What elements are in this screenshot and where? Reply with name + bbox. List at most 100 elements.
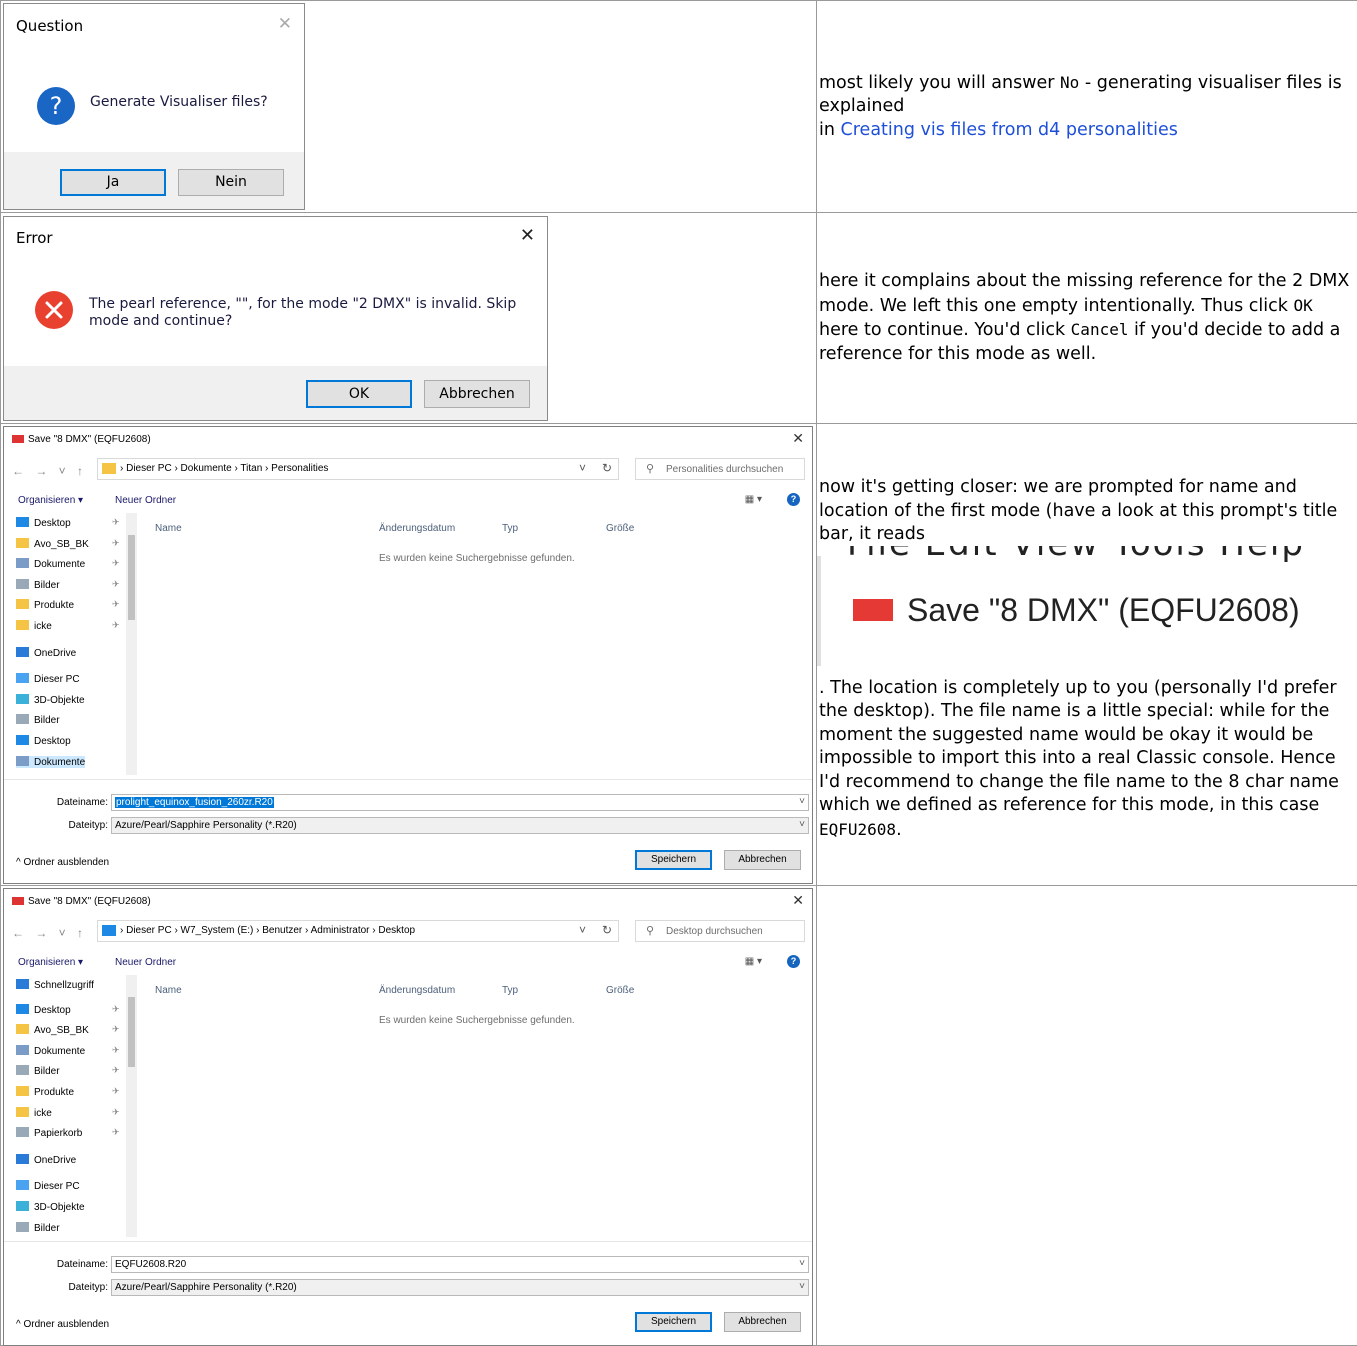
nav-item[interactable]: Bilder bbox=[16, 714, 60, 726]
table-row: Question ✕ ? Generate Visualiser files? … bbox=[1, 1, 1357, 213]
column-size[interactable]: Größe bbox=[606, 523, 634, 534]
nav-item[interactable]: Avo_SB_BK✈ bbox=[16, 538, 89, 550]
nav-item[interactable]: Produkte✈ bbox=[16, 599, 74, 611]
column-name[interactable]: Name bbox=[155, 523, 182, 534]
column-date[interactable]: Änderungsdatum bbox=[379, 523, 455, 534]
column-type[interactable]: Typ bbox=[502, 523, 518, 534]
nav-arrows-icon[interactable]: ← → ˅ ↑ bbox=[12, 926, 87, 940]
filetype-value: Azure/Pearl/Sapphire Personality (*.R20) bbox=[115, 1282, 297, 1293]
nav-item[interactable]: Desktop bbox=[16, 735, 71, 747]
organize-menu[interactable]: Organisieren ▾ bbox=[18, 957, 83, 968]
nav-item[interactable]: Produkte✈ bbox=[16, 1086, 74, 1098]
save-button[interactable]: Speichern bbox=[635, 1312, 712, 1332]
chevron-down-icon[interactable]: ˅ bbox=[579, 923, 586, 937]
nav-item[interactable]: Dieser PC bbox=[16, 1180, 80, 1192]
nav-item-icon bbox=[16, 599, 29, 609]
nav-item[interactable]: 3D-Objekte bbox=[16, 694, 85, 706]
new-folder-button[interactable]: Neuer Ordner bbox=[115, 495, 176, 506]
dialog-title-text: Save "8 DMX" (EQFU2608) bbox=[28, 896, 151, 907]
pin-icon: ✈ bbox=[112, 1086, 120, 1097]
organize-menu[interactable]: Organisieren ▾ bbox=[18, 495, 83, 506]
nav-arrows-icon[interactable]: ← → ˅ ↑ bbox=[12, 464, 87, 478]
scrollbar[interactable] bbox=[126, 975, 137, 1237]
refresh-icon[interactable]: ↻ bbox=[602, 461, 612, 475]
new-folder-button[interactable]: Neuer Ordner bbox=[115, 957, 176, 968]
search-input[interactable]: ⚲ Personalities durchsuchen bbox=[635, 458, 805, 480]
column-type[interactable]: Typ bbox=[502, 985, 518, 996]
nav-item[interactable]: Desktop✈ bbox=[16, 1004, 71, 1016]
save-button[interactable]: Speichern bbox=[635, 850, 712, 870]
ok-button[interactable]: OK bbox=[306, 380, 412, 408]
hide-folders-button[interactable]: ^ Ordner ausblenden bbox=[16, 857, 109, 868]
search-input[interactable]: ⚲ Desktop durchsuchen bbox=[635, 920, 805, 942]
chevron-down-icon[interactable]: ˅ bbox=[799, 1258, 805, 1269]
window-edge bbox=[817, 556, 821, 666]
yes-button[interactable]: Ja bbox=[60, 169, 166, 196]
text: now it's getting closer: we are prompted… bbox=[819, 477, 1337, 544]
address-bar[interactable]: › Dieser PC › W7_System (E:) › Benutzer … bbox=[97, 920, 619, 942]
cancel-button[interactable]: Abbrechen bbox=[724, 1312, 801, 1332]
nav-item[interactable]: 3D-Objekte bbox=[16, 1201, 85, 1213]
nav-item[interactable]: Dokumente✈ bbox=[16, 558, 85, 570]
empty-message: Es wurden keine Suchergebnisse gefunden. bbox=[379, 1015, 575, 1026]
search-icon: ⚲ bbox=[646, 462, 654, 475]
close-icon[interactable]: ✕ bbox=[278, 14, 292, 34]
explanation-cell: here it complains about the missing refe… bbox=[817, 213, 1357, 424]
view-options-icon[interactable]: ▦ ▾ bbox=[745, 956, 762, 967]
screenshot-cell: Save "8 DMX" (EQFU2608) ✕ ← → ˅ ↑ › Dies… bbox=[1, 424, 817, 886]
close-icon[interactable]: ✕ bbox=[520, 225, 535, 246]
help-icon[interactable]: ? bbox=[787, 493, 800, 506]
close-icon[interactable]: ✕ bbox=[792, 892, 804, 909]
nav-item[interactable]: Papierkorb✈ bbox=[16, 1127, 82, 1139]
nav-item[interactable]: Dieser PC bbox=[16, 673, 80, 685]
nav-item-icon bbox=[16, 558, 29, 568]
nav-item[interactable]: Dokumente bbox=[16, 756, 85, 768]
folder-icon bbox=[102, 463, 116, 474]
nav-item[interactable]: Bilder bbox=[16, 1222, 60, 1234]
nav-item-icon bbox=[16, 579, 29, 589]
filename-value: prolight_equinox_fusion_260zr.R20 bbox=[115, 797, 274, 808]
nav-item[interactable]: OneDrive bbox=[16, 1154, 76, 1166]
link-creating-vis-files[interactable]: Creating vis files from d4 personalities bbox=[841, 120, 1178, 140]
question-icon: ? bbox=[36, 86, 76, 126]
nav-item-icon bbox=[16, 538, 29, 548]
chevron-down-icon[interactable]: ˅ bbox=[799, 819, 805, 830]
nav-item[interactable]: icke✈ bbox=[16, 620, 52, 632]
text: . bbox=[896, 820, 902, 840]
filetype-select[interactable]: Azure/Pearl/Sapphire Personality (*.R20)… bbox=[111, 1279, 809, 1296]
column-date[interactable]: Änderungsdatum bbox=[379, 985, 455, 996]
nav-item[interactable]: Dokumente✈ bbox=[16, 1045, 85, 1057]
filename-input[interactable]: prolight_equinox_fusion_260zr.R20 ˅ bbox=[111, 794, 809, 811]
computer-icon bbox=[102, 925, 116, 936]
pin-icon: ✈ bbox=[112, 1024, 120, 1035]
nav-item[interactable]: Bilder✈ bbox=[16, 1065, 60, 1077]
column-size[interactable]: Größe bbox=[606, 985, 634, 996]
help-icon[interactable]: ? bbox=[787, 955, 800, 968]
chevron-down-icon[interactable]: ˅ bbox=[799, 1281, 805, 1292]
text: here it complains about the missing refe… bbox=[819, 271, 1349, 316]
chevron-down-icon[interactable]: ˅ bbox=[799, 796, 805, 807]
no-button[interactable]: Nein bbox=[178, 169, 284, 196]
nav-item[interactable]: Desktop✈ bbox=[16, 517, 71, 529]
cancel-button[interactable]: Abbrechen bbox=[724, 850, 801, 870]
close-icon[interactable]: ✕ bbox=[792, 430, 804, 447]
nav-item[interactable]: Bilder✈ bbox=[16, 579, 60, 591]
nav-item[interactable]: icke✈ bbox=[16, 1107, 52, 1119]
scrollbar[interactable] bbox=[126, 513, 137, 775]
nav-item-label: Desktop bbox=[34, 1005, 71, 1016]
refresh-icon[interactable]: ↻ bbox=[602, 923, 612, 937]
chevron-down-icon[interactable]: ˅ bbox=[579, 461, 586, 475]
filename-input[interactable]: EQFU2608.R20˅ bbox=[111, 1256, 809, 1273]
pin-icon: ✈ bbox=[112, 599, 120, 610]
address-bar[interactable]: › Dieser PC › Dokumente › Titan › Person… bbox=[97, 458, 619, 480]
column-name[interactable]: Name bbox=[155, 985, 182, 996]
nav-item-label: Bilder bbox=[34, 580, 60, 591]
hide-folders-button[interactable]: ^ Ordner ausblenden bbox=[16, 1319, 109, 1330]
nav-item[interactable]: OneDrive bbox=[16, 647, 76, 659]
nav-item[interactable]: Schnellzugriff bbox=[16, 979, 94, 991]
view-options-icon[interactable]: ▦ ▾ bbox=[745, 494, 762, 505]
nav-item[interactable]: Avo_SB_BK✈ bbox=[16, 1024, 89, 1036]
nav-item-icon bbox=[16, 694, 29, 704]
cancel-button[interactable]: Abbrechen bbox=[424, 380, 530, 408]
filetype-select[interactable]: Azure/Pearl/Sapphire Personality (*.R20)… bbox=[111, 817, 809, 834]
